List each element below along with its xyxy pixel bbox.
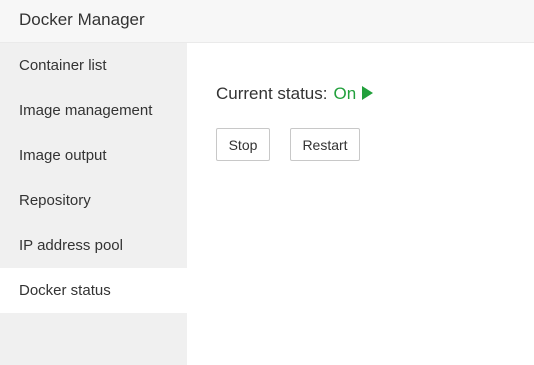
- status-value: On: [333, 84, 357, 103]
- status-row: Current status: On: [216, 83, 374, 105]
- main-panel: Current status: On Stop Restart: [187, 43, 534, 365]
- sidebar-item-image-output[interactable]: Image output: [0, 133, 187, 178]
- stop-button[interactable]: Stop: [216, 128, 270, 161]
- sidebar: Container list Image management Image ou…: [0, 43, 187, 365]
- sidebar-item-docker-status[interactable]: Docker status: [0, 268, 187, 313]
- status-label: Current status:: [216, 84, 328, 103]
- title-bar: Docker Manager: [0, 0, 534, 43]
- restart-button[interactable]: Restart: [290, 128, 360, 161]
- play-icon: [362, 86, 374, 100]
- sidebar-item-ip-address-pool[interactable]: IP address pool: [0, 223, 187, 268]
- app-title: Docker Manager: [19, 10, 145, 29]
- sidebar-item-image-management[interactable]: Image management: [0, 88, 187, 133]
- sidebar-item-container-list[interactable]: Container list: [0, 43, 187, 88]
- sidebar-item-repository[interactable]: Repository: [0, 178, 187, 223]
